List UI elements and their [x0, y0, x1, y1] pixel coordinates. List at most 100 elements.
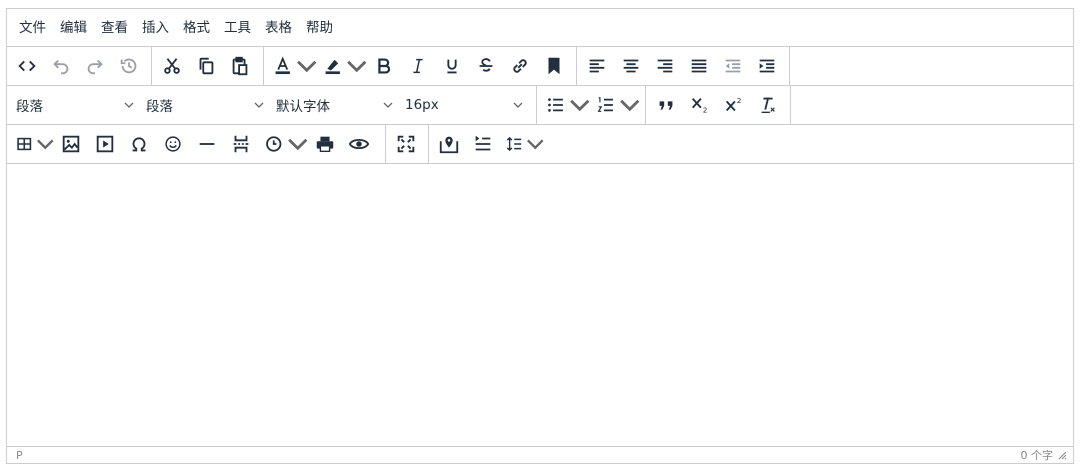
superscript-button[interactable]: 2 [717, 88, 751, 122]
line-height-button[interactable] [500, 127, 544, 161]
indent-icon [759, 59, 775, 73]
svg-text:2: 2 [703, 105, 708, 114]
italic-button[interactable] [401, 49, 435, 83]
page-break-button[interactable] [224, 127, 258, 161]
insert-group [7, 125, 386, 163]
menu-edit[interactable]: 编辑 [53, 16, 94, 40]
align-center-icon [623, 59, 639, 73]
chevron-down-icon [124, 102, 134, 108]
menu-view[interactable]: 查看 [94, 16, 135, 40]
numbered-list-button[interactable] [590, 88, 640, 122]
block-format-select[interactable]: 段落 [10, 88, 140, 122]
bullet-list-button[interactable] [540, 88, 590, 122]
redo-button[interactable] [78, 49, 112, 83]
align-center-button[interactable] [614, 49, 648, 83]
align-right-icon [657, 59, 673, 73]
preview-button[interactable] [342, 127, 376, 161]
bookmark-icon [548, 57, 560, 75]
omega-icon [132, 137, 146, 152]
paste-button[interactable] [223, 49, 257, 83]
subscript-button[interactable]: 2 [683, 88, 717, 122]
blockquote-button[interactable] [649, 88, 683, 122]
source-code-button[interactable] [10, 49, 44, 83]
highlight-color-button[interactable] [317, 49, 367, 83]
menu-insert[interactable]: 插入 [135, 16, 176, 40]
insert-datetime-button[interactable] [258, 127, 308, 161]
format-group [264, 47, 577, 85]
cut-button[interactable] [155, 49, 189, 83]
text-color-button[interactable] [267, 49, 317, 83]
paragraph-value: 段落 [146, 99, 173, 115]
history-icon [120, 58, 137, 74]
table-icon [17, 137, 32, 151]
menu-format[interactable]: 格式 [176, 16, 217, 40]
menu-tools[interactable]: 工具 [217, 16, 258, 40]
chevron-down-icon [619, 99, 639, 112]
element-path[interactable]: P [16, 449, 23, 462]
block-format-value: 段落 [16, 99, 43, 115]
menu-file[interactable]: 文件 [12, 16, 53, 40]
indent-button[interactable] [750, 49, 784, 83]
list-group [537, 86, 646, 124]
emoticons-button[interactable] [156, 127, 190, 161]
menubar: 文件 编辑 查看 插入 格式 工具 表格 帮助 [7, 9, 1073, 47]
highlight-icon [325, 59, 340, 75]
code-icon [18, 60, 36, 72]
align-justify-icon [691, 59, 707, 73]
link-button[interactable] [503, 49, 537, 83]
editor-content-area[interactable] [7, 164, 1073, 446]
menu-table[interactable]: 表格 [258, 16, 299, 40]
bookmark-button[interactable] [537, 49, 571, 83]
resize-handle-icon[interactable] [1057, 450, 1067, 460]
copy-button[interactable] [189, 49, 223, 83]
undo-icon [53, 59, 69, 75]
clear-formatting-button[interactable] [751, 88, 785, 122]
first-line-indent-icon [475, 135, 491, 151]
print-button[interactable] [308, 127, 342, 161]
font-family-select[interactable]: 默认字体 [270, 88, 399, 122]
extra-group [429, 125, 549, 163]
undo-button[interactable] [44, 49, 78, 83]
font-size-select[interactable]: 16px [399, 88, 529, 122]
restore-draft-button[interactable] [112, 49, 146, 83]
italic-icon [413, 58, 423, 74]
line-height-icon [506, 136, 522, 152]
redo-icon [87, 59, 103, 75]
word-count[interactable]: 0 个字 [1021, 447, 1054, 463]
selects-group: 段落 段落 默认字体 16px [7, 86, 537, 124]
align-justify-button[interactable] [682, 49, 716, 83]
image-icon [62, 135, 80, 153]
rich-text-editor: 文件 编辑 查看 插入 格式 工具 表格 帮助 段落 段落 默认字体 16px … [6, 8, 1074, 464]
chevron-down-icon [36, 139, 54, 150]
media-button[interactable] [88, 127, 122, 161]
outdent-icon [725, 59, 741, 73]
menu-help[interactable]: 帮助 [299, 16, 340, 40]
special-char-button[interactable] [122, 127, 156, 161]
chevron-down-icon [569, 99, 589, 112]
align-right-button[interactable] [648, 49, 682, 83]
map-button[interactable] [432, 127, 466, 161]
paragraph-select[interactable]: 段落 [140, 88, 270, 122]
copy-icon [199, 57, 214, 75]
toolbar-row-1 [7, 47, 1073, 86]
link-icon [513, 59, 527, 73]
script-group: 2 2 [646, 86, 791, 124]
clear-formatting-icon [761, 97, 775, 114]
underline-icon [447, 59, 457, 74]
bold-button[interactable] [367, 49, 401, 83]
video-icon [96, 135, 114, 153]
line-indent-button[interactable] [466, 127, 500, 161]
chevron-down-icon [296, 60, 316, 73]
strikethrough-button[interactable] [469, 49, 503, 83]
image-button[interactable] [54, 127, 88, 161]
table-button[interactable] [10, 127, 54, 161]
fullscreen-button[interactable] [389, 127, 423, 161]
align-left-button[interactable] [580, 49, 614, 83]
printer-icon [316, 136, 334, 153]
outdent-button[interactable] [716, 49, 750, 83]
status-right: 0 个字 [1021, 447, 1068, 463]
horizontal-line-button[interactable] [190, 127, 224, 161]
underline-button[interactable] [435, 49, 469, 83]
chevron-down-icon [346, 60, 366, 73]
chevron-down-icon [526, 139, 544, 150]
